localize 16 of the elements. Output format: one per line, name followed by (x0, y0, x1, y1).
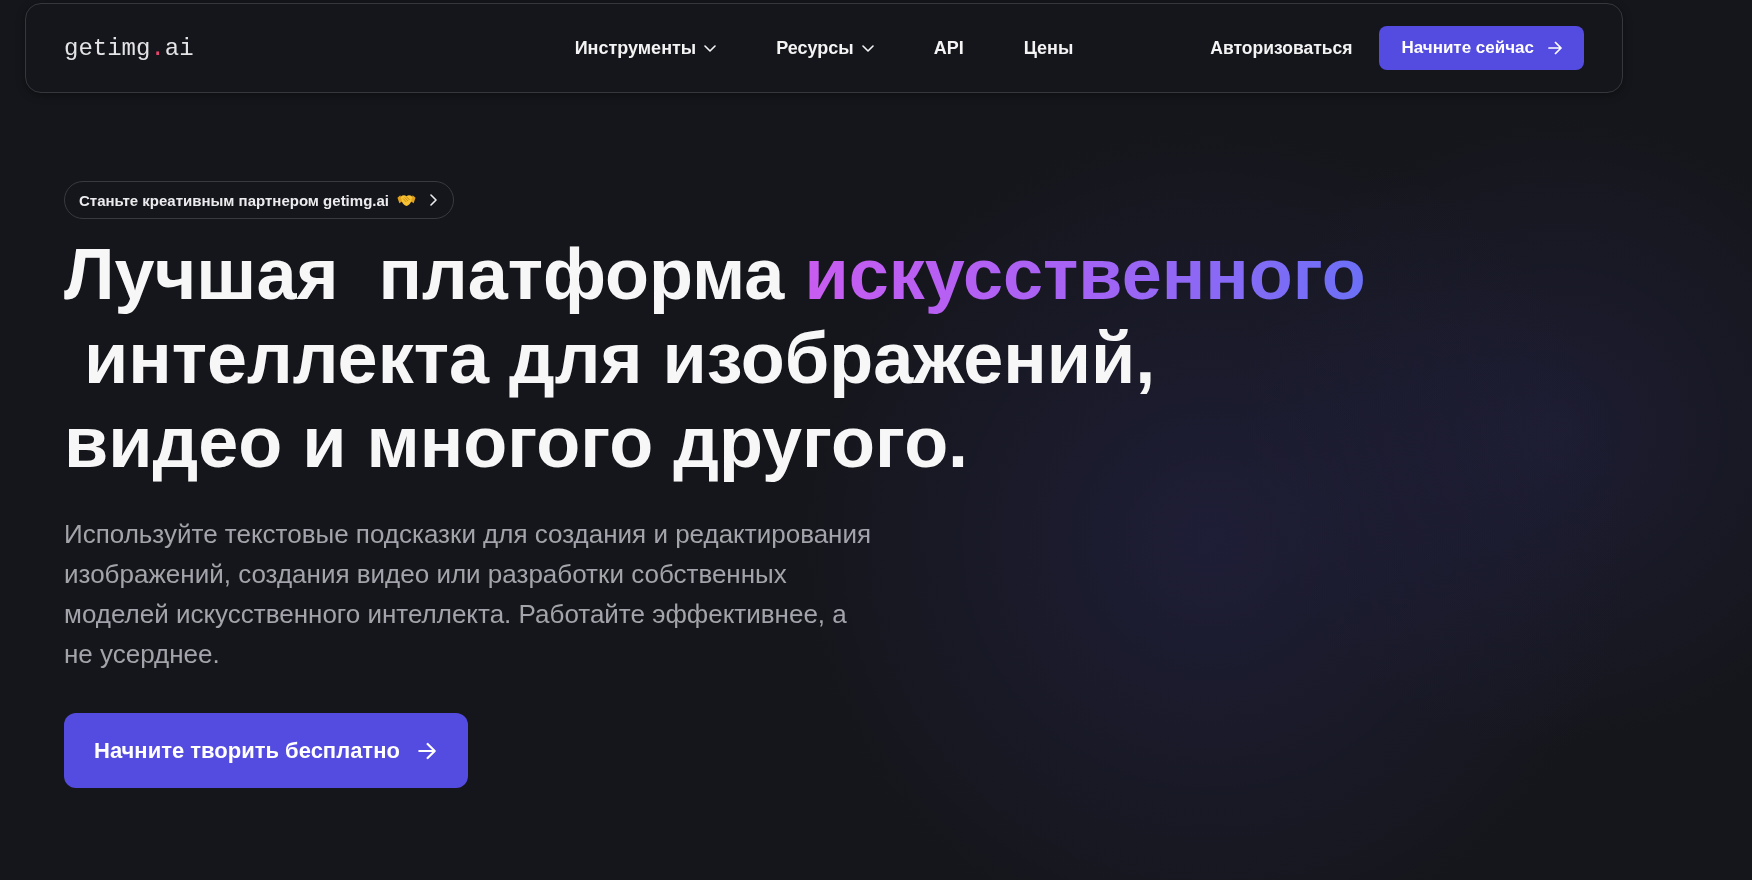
get-started-button[interactable]: Начните сейчас (1379, 26, 1584, 70)
arrow-right-icon (1548, 41, 1562, 55)
nav-menu-link[interactable]: Инструменты (574, 37, 717, 59)
login-link[interactable]: Авторизоваться (1210, 37, 1353, 59)
nav-menu-link[interactable]: Ресурсы (776, 37, 874, 59)
start-free-button[interactable]: Начните творить бесплатно (64, 713, 468, 788)
chevron-down-icon (861, 44, 874, 52)
nav-link[interactable]: Цены (1023, 37, 1074, 59)
arrow-right-icon (417, 741, 436, 760)
nav-link[interactable]: API (933, 37, 964, 59)
handshake-icon (396, 193, 416, 207)
hero-heading: Лучшая платформа искусственного интеллекта для изображений, видео и многого другого. (64, 233, 1366, 484)
chevron-right-icon (429, 194, 437, 206)
logo[interactable]: getimg.ai (64, 34, 194, 62)
chevron-down-icon (704, 44, 717, 52)
hero-description: Используйте текстовые подсказки для создания и редактирования изображений, создания видео или разработки собственных моделей искусственного интеллекта. Работайте эффективнее, а не усерднее. (64, 518, 873, 671)
